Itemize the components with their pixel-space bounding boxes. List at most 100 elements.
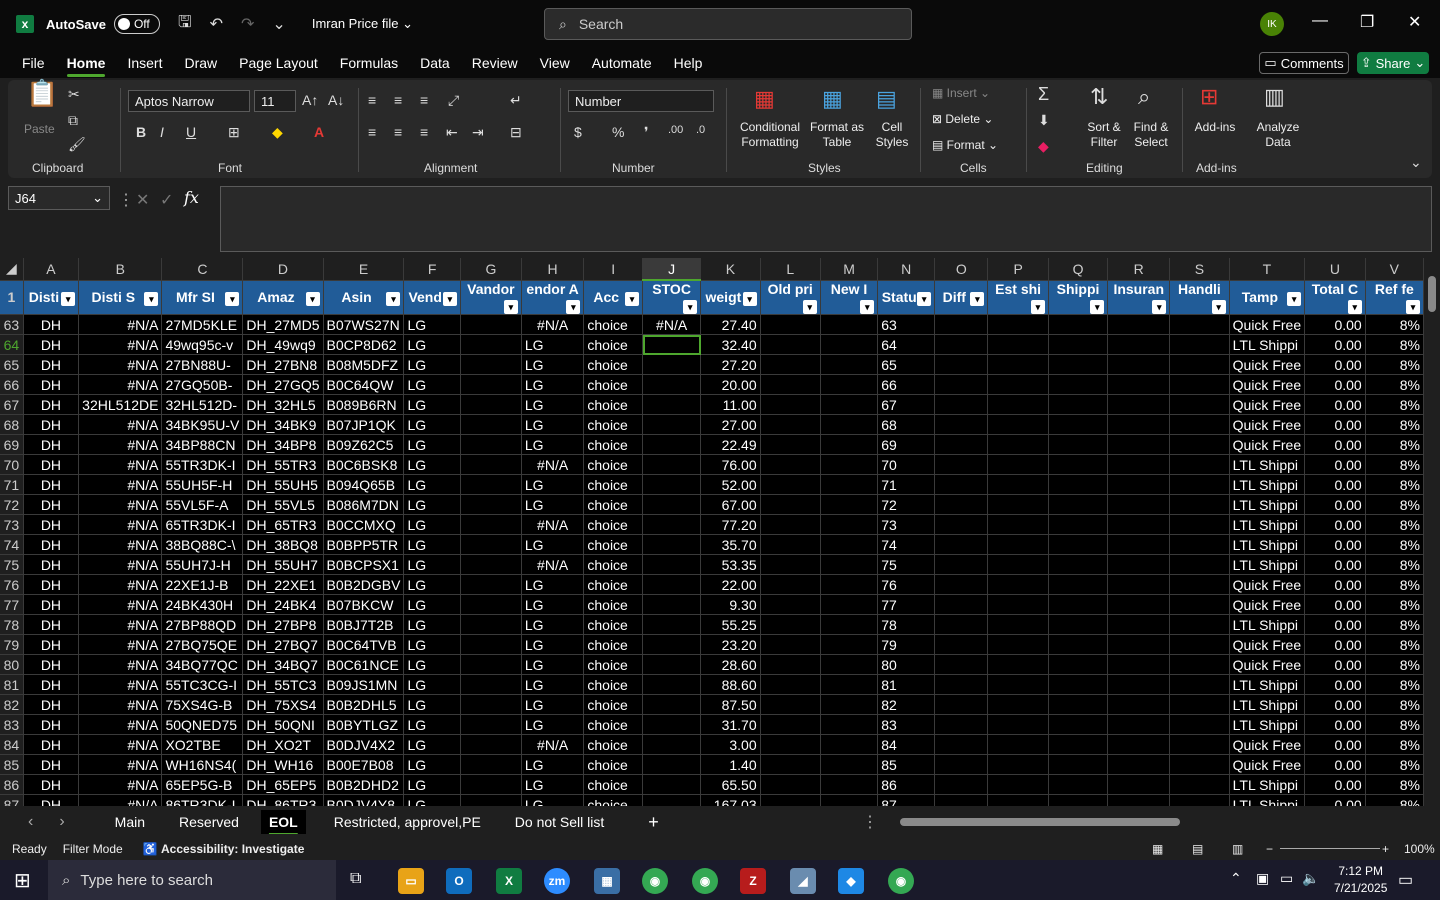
cell-k[interactable]: 55.25 — [700, 614, 761, 635]
cell-h[interactable]: LG — [521, 614, 585, 635]
cell-e[interactable]: B09JS1MN — [323, 674, 405, 695]
sheet-tab-eol[interactable]: EOL — [260, 810, 306, 834]
cell-h[interactable]: LG — [521, 494, 585, 515]
cell-b[interactable]: #N/A — [78, 714, 163, 735]
cell-g[interactable] — [460, 594, 522, 615]
cell-p[interactable] — [987, 634, 1049, 655]
cell-f[interactable]: LG — [403, 694, 461, 715]
cell-d[interactable]: DH_86TR3 — [242, 794, 324, 806]
cell-s[interactable] — [1169, 674, 1230, 695]
header-cell[interactable]: STOC ▾ — [642, 280, 702, 315]
header-cell[interactable]: Vend ▾ — [403, 280, 461, 315]
close-icon[interactable]: ✕ — [1408, 12, 1421, 32]
cell-s[interactable] — [1169, 574, 1230, 595]
cell-h[interactable]: LG — [521, 754, 585, 775]
cell-n[interactable]: 82 — [877, 694, 936, 715]
cell-h[interactable]: LG — [521, 374, 585, 395]
cell-d[interactable]: DH_32HL5 — [242, 394, 324, 415]
cell-t[interactable]: Quick Free — [1229, 654, 1306, 675]
cell-s[interactable] — [1169, 734, 1230, 755]
cell-c[interactable]: 55TC3CG-I — [161, 674, 244, 695]
sheet-tab-reserved[interactable]: Reserved — [179, 814, 239, 830]
taskbar-search[interactable]: ⌕ Type here to search — [48, 860, 336, 900]
cell-t[interactable]: LTL Shippi — [1229, 694, 1306, 715]
cell-k[interactable]: 88.60 — [700, 674, 761, 695]
decrease-indent-icon[interactable]: ⇤ — [446, 124, 458, 141]
cell-e[interactable]: B07JP1QK — [323, 414, 405, 435]
cell-o[interactable] — [934, 494, 989, 515]
cell-d[interactable]: DH_55UH7 — [242, 554, 324, 575]
cell-l[interactable] — [760, 614, 821, 635]
cell-d[interactable]: DH_55TR3 — [242, 454, 324, 475]
row-header[interactable]: 75 — [0, 554, 24, 575]
cell-p[interactable] — [987, 494, 1049, 515]
cell-h[interactable]: LG — [521, 334, 585, 355]
cell-u[interactable]: 0.00 — [1304, 634, 1366, 655]
cell-p[interactable] — [987, 534, 1049, 555]
filter-dropdown-icon[interactable]: ▾ — [1030, 299, 1045, 314]
cell-r[interactable] — [1107, 594, 1171, 615]
cell-d[interactable]: DH_75XS4 — [242, 694, 324, 715]
cell-u[interactable]: 0.00 — [1304, 414, 1366, 435]
cell-u[interactable]: 0.00 — [1304, 734, 1366, 755]
cell-m[interactable] — [820, 594, 879, 615]
cell-j[interactable] — [642, 714, 702, 735]
cell-u[interactable]: 0.00 — [1304, 514, 1366, 535]
cell-b[interactable]: #N/A — [78, 554, 163, 575]
cell-i[interactable]: choice — [583, 694, 644, 715]
cell-q[interactable] — [1048, 754, 1109, 775]
number-format-select[interactable]: Number — [568, 90, 714, 112]
addins-button[interactable]: Add-ins — [1188, 120, 1242, 135]
filter-dropdown-icon[interactable]: ▾ — [503, 299, 518, 314]
format-cells-button[interactable]: ▤ Format ⌄ — [932, 138, 998, 153]
cell-m[interactable] — [820, 494, 879, 515]
cell-u[interactable]: 0.00 — [1304, 614, 1366, 635]
cell-n[interactable]: 64 — [877, 334, 936, 355]
cell-t[interactable]: Quick Free — [1229, 314, 1306, 335]
cell-j[interactable] — [642, 634, 702, 655]
clock[interactable]: 7:12 PM 7/21/2025 — [1334, 863, 1387, 897]
chrome-icon[interactable]: ◉ — [642, 868, 668, 894]
cell-b[interactable]: #N/A — [78, 354, 163, 375]
cell-n[interactable]: 73 — [877, 514, 936, 535]
cell-h[interactable]: #N/A — [521, 514, 585, 535]
header-cell[interactable]: Disti S ▾ — [78, 280, 163, 315]
autosum-icon[interactable]: Σ — [1038, 84, 1049, 105]
cell-i[interactable]: choice — [583, 594, 644, 615]
cell-k[interactable]: 65.50 — [700, 774, 761, 795]
cell-f[interactable]: LG — [403, 714, 461, 735]
cell-b[interactable]: #N/A — [78, 574, 163, 595]
cell-i[interactable]: choice — [583, 414, 644, 435]
cell-r[interactable] — [1107, 434, 1171, 455]
cell-i[interactable]: choice — [583, 534, 644, 555]
cell-j[interactable] — [642, 754, 702, 775]
tab-review[interactable]: Review — [472, 55, 518, 71]
cell-i[interactable]: choice — [583, 494, 644, 515]
cell-s[interactable] — [1169, 614, 1230, 635]
cell-h[interactable]: LG — [521, 574, 585, 595]
cell-r[interactable] — [1107, 614, 1171, 635]
cell-m[interactable] — [820, 574, 879, 595]
cell-o[interactable] — [934, 614, 989, 635]
cell-b[interactable]: #N/A — [78, 594, 163, 615]
page-break-view-icon[interactable]: ▥ — [1232, 842, 1243, 856]
cell-k[interactable]: 53.35 — [700, 554, 761, 575]
cell-t[interactable]: LTL Shippi — [1229, 514, 1306, 535]
tray-app-icon[interactable]: ▣ — [1256, 870, 1269, 887]
cell-q[interactable] — [1048, 474, 1109, 495]
cell-o[interactable] — [934, 694, 989, 715]
cell-t[interactable]: Quick Free — [1229, 414, 1306, 435]
column-header-t[interactable]: T — [1229, 258, 1306, 281]
fill-color-icon[interactable]: ◆ — [272, 124, 283, 141]
cell-q[interactable] — [1048, 794, 1109, 806]
cell-u[interactable]: 0.00 — [1304, 474, 1366, 495]
column-header-l[interactable]: L — [760, 258, 821, 281]
cell-t[interactable]: LTL Shippi — [1229, 474, 1306, 495]
cell-o[interactable] — [934, 774, 989, 795]
cell-l[interactable] — [760, 314, 821, 335]
cell-i[interactable]: choice — [583, 614, 644, 635]
cell-j[interactable] — [642, 474, 702, 495]
cell-v[interactable]: 8% — [1365, 654, 1424, 675]
cell-b[interactable]: #N/A — [78, 494, 163, 515]
cell-a[interactable]: DH — [23, 794, 80, 806]
